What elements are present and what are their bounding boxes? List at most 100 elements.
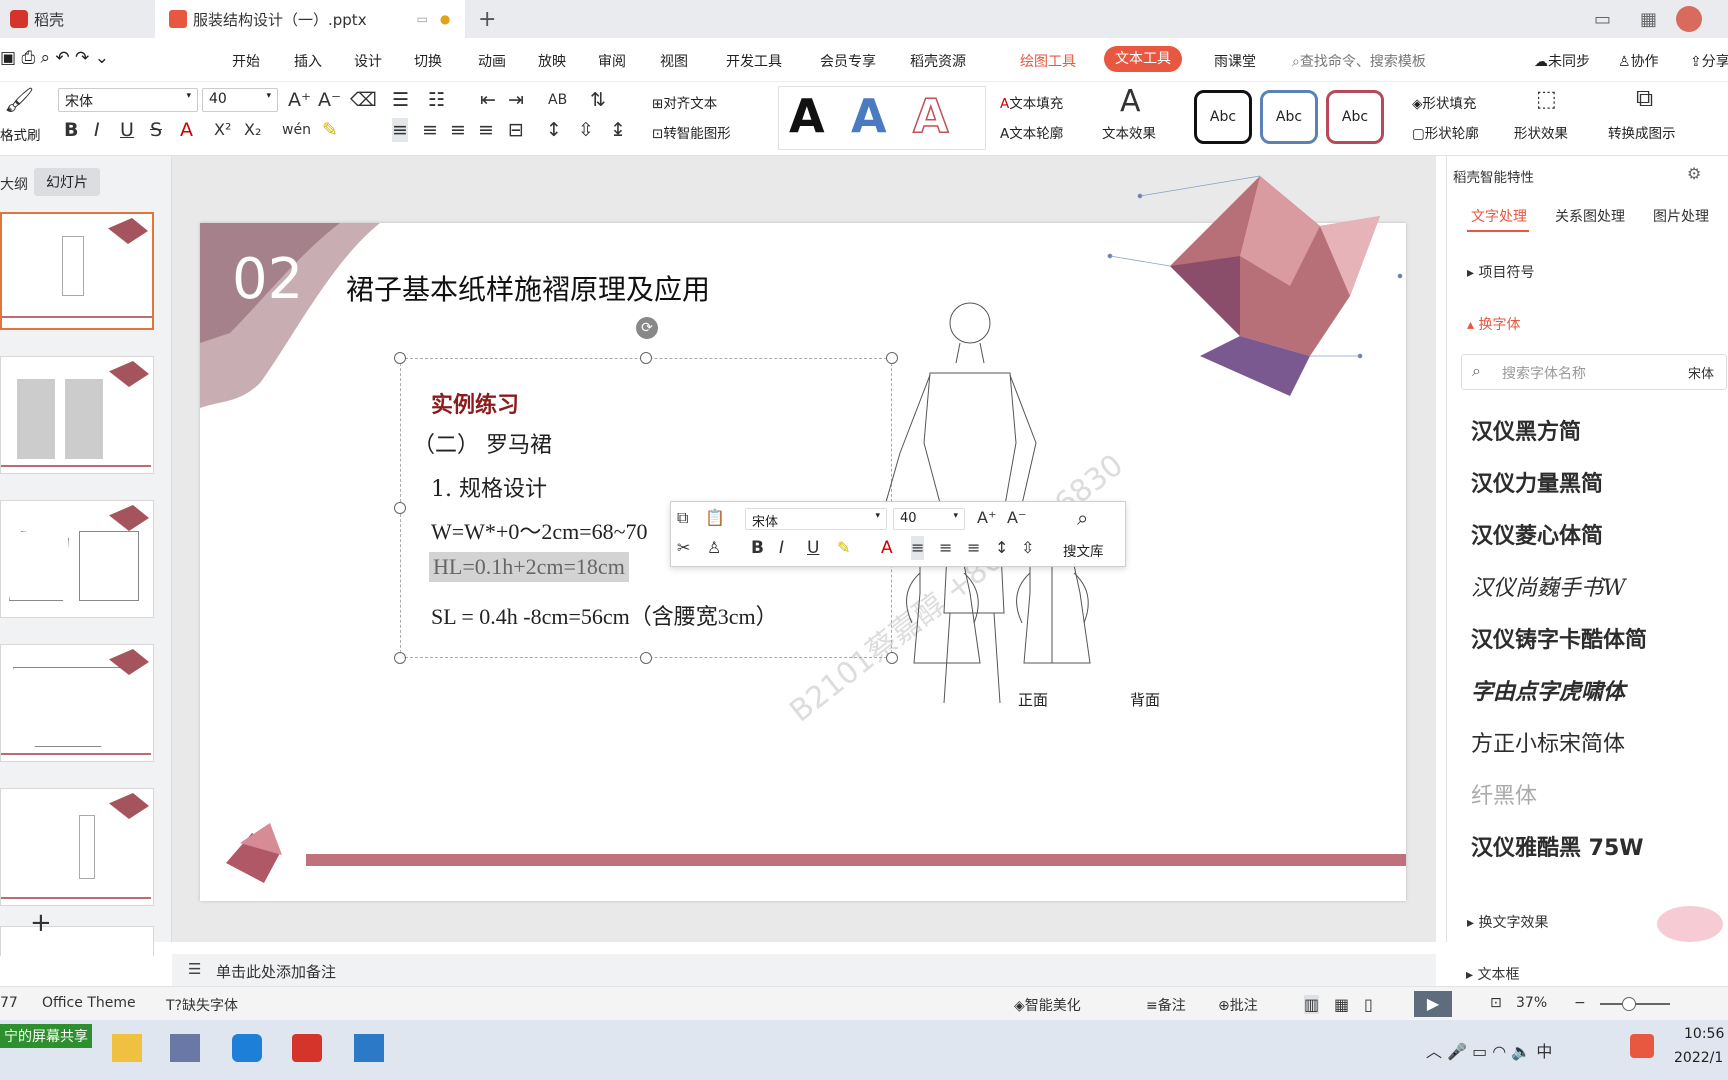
text-effects-section[interactable]: ▸ 换文字效果 — [1467, 912, 1548, 932]
photos-icon[interactable] — [354, 1034, 384, 1062]
slide-thumbnail[interactable] — [0, 356, 154, 474]
line-spacing-icon[interactable]: ↕ — [995, 536, 1008, 560]
smart-graphic-button[interactable]: ⊡转智能图形 — [652, 122, 731, 142]
justify-icon[interactable]: ≡ — [478, 118, 494, 142]
font-search-input[interactable]: ⌕ 搜索字体名称 宋体 — [1461, 354, 1727, 390]
menu-slideshow[interactable]: 放映 — [538, 51, 566, 71]
menu-review[interactable]: 审阅 — [598, 51, 626, 71]
tab-document[interactable]: 服装结构设计（一）.pptx ▭ ● — [155, 0, 465, 38]
shape-fill-button[interactable]: ◈形状填充 — [1412, 92, 1476, 112]
app-icon[interactable] — [170, 1034, 200, 1062]
font-option[interactable]: 纤黑体 — [1471, 778, 1537, 810]
font-option[interactable]: 汉仪菱心体简 — [1471, 518, 1603, 550]
font-option[interactable]: 汉仪铸字卡酷体简 — [1471, 622, 1647, 654]
wordart-red-outline[interactable]: A — [912, 88, 949, 144]
clear-format-icon[interactable]: ⌫ — [350, 88, 377, 112]
menu-transition[interactable]: 切换 — [414, 51, 442, 71]
bold-icon[interactable]: B — [751, 536, 764, 560]
grow-font-icon[interactable]: A⁺ — [288, 88, 311, 112]
underline-icon[interactable]: U — [807, 536, 819, 560]
text-direction-icon[interactable]: ⇅ — [590, 88, 606, 112]
tab-outline[interactable]: 大纲 — [0, 174, 28, 194]
font-color-icon[interactable]: A — [180, 118, 193, 142]
resize-handle[interactable] — [394, 652, 406, 664]
sorter-view-icon[interactable]: ▦ — [1334, 995, 1349, 1014]
mascot-icon[interactable] — [1657, 906, 1723, 942]
menu-view[interactable]: 视图 — [660, 51, 688, 71]
align-right-icon[interactable]: ≡ — [450, 118, 466, 142]
quick-access-icons[interactable]: ▣ ⎙ ⌕ ↶ ↷ ⌄ — [0, 48, 109, 68]
font-color-icon[interactable]: A — [881, 536, 893, 560]
text-effect-icon[interactable]: A — [1120, 84, 1141, 119]
para-spacing-icon[interactable]: ⇳ — [1021, 536, 1034, 560]
shape-effect-label[interactable]: 形状效果 — [1514, 122, 1568, 142]
play-slideshow-button[interactable]: ▶ — [1414, 991, 1452, 1017]
collab-button[interactable]: ♙协作 — [1618, 51, 1659, 71]
mini-font-select[interactable]: 宋体 ▾ — [745, 508, 887, 530]
notes-placeholder[interactable]: 单击此处添加备注 — [216, 961, 336, 982]
font-size-select[interactable]: 40 ▾ — [202, 88, 278, 112]
font-name-select[interactable]: 宋体 ▾ — [58, 88, 198, 112]
strikethrough-icon[interactable]: S — [150, 118, 162, 142]
font-option[interactable]: 字由点字虎啸体 — [1471, 674, 1625, 706]
shape-outline-button[interactable]: ▢形状轮廓 — [1412, 122, 1479, 142]
align-text-button[interactable]: ⊞对齐文本 — [652, 92, 717, 112]
shape-style-blue[interactable]: Abc — [1260, 90, 1318, 144]
text-effect-label[interactable]: 文本效果 — [1102, 122, 1156, 142]
tab-text-processing[interactable]: 文字处理 — [1471, 206, 1527, 226]
multi-window-icon[interactable]: ▭ — [1594, 0, 1611, 38]
wps-tray-icon[interactable] — [1630, 1034, 1654, 1058]
zoom-level[interactable]: 37% — [1516, 995, 1547, 1011]
textbox-section[interactable]: ▸ 文本框 — [1466, 964, 1519, 984]
format-brush-icon[interactable]: 🖌 — [4, 88, 34, 112]
comment-button[interactable]: ⊕批注 — [1218, 995, 1258, 1015]
resize-handle[interactable] — [394, 352, 406, 364]
align-left-icon[interactable]: ≡ — [911, 536, 925, 560]
file-explorer-icon[interactable] — [112, 1034, 142, 1062]
superscript-icon[interactable]: X² — [214, 118, 231, 142]
tray-icons[interactable]: ︿ 🎤 ▭ ◠ 🔈 中 — [1426, 1038, 1552, 1062]
zoom-slider-thumb[interactable] — [1622, 997, 1636, 1011]
search-command[interactable]: ⌕查找命令、搜索模板 — [1292, 51, 1426, 71]
doc-library-label[interactable]: 搜文库 — [1063, 540, 1104, 560]
gear-icon[interactable]: ⚙ — [1687, 164, 1701, 183]
tab-home[interactable]: 稻壳 — [0, 0, 155, 38]
bold-icon[interactable]: B — [64, 118, 78, 142]
menu-draw-tools[interactable]: 绘图工具 — [1020, 51, 1076, 71]
font-option[interactable]: 汉仪力量黑简 — [1471, 466, 1603, 498]
add-slide-icon[interactable]: + — [30, 908, 52, 938]
align-right-icon[interactable]: ≡ — [967, 536, 980, 560]
bullets-section[interactable]: ▸ 项目符号 — [1467, 262, 1534, 282]
doc-library-icon[interactable]: ⌕ — [1077, 506, 1088, 530]
shape-style-red[interactable]: Abc — [1326, 90, 1384, 144]
underline-icon[interactable]: U — [120, 118, 134, 142]
grow-font-icon[interactable]: A⁺ — [977, 506, 996, 530]
fit-icon[interactable]: ⊡ — [1490, 995, 1502, 1011]
slide-thumbnail[interactable] — [0, 644, 154, 762]
beautify-button[interactable]: ◈智能美化 — [1014, 995, 1081, 1015]
font-option[interactable]: 汉仪尚巍手书W — [1471, 570, 1626, 602]
line-spacing-icon[interactable]: ↕ — [546, 118, 562, 142]
slide-thumbnail[interactable] — [0, 500, 154, 618]
text-outline-button[interactable]: A文本轮廓 — [1000, 122, 1063, 142]
highlight-icon[interactable]: ✎ — [837, 536, 850, 560]
menu-rain-classroom[interactable]: 雨课堂 — [1214, 51, 1256, 71]
resize-handle[interactable] — [394, 502, 406, 514]
distribute-icon[interactable]: ⊟ — [508, 118, 524, 142]
convert-diagram-label[interactable]: 转换成图示 — [1608, 122, 1676, 142]
format-brush-label[interactable]: 格式刷 — [0, 124, 41, 144]
subscript-icon[interactable]: X₂ — [244, 118, 261, 142]
window-icon[interactable]: ▭ — [417, 12, 428, 26]
apps-grid-icon[interactable]: ▦ — [1640, 0, 1657, 38]
tab-diagram-processing[interactable]: 关系图处理 — [1555, 206, 1625, 226]
copy-icon[interactable]: ⧉ — [677, 506, 688, 530]
new-tab-button[interactable]: + — [478, 0, 496, 38]
menu-insert[interactable]: 插入 — [294, 51, 322, 71]
convert-diagram-icon[interactable]: ⧉ — [1636, 86, 1653, 110]
shape-style-black[interactable]: Abc — [1194, 90, 1252, 144]
share-button[interactable]: ⇪分享 — [1690, 51, 1728, 71]
menu-developer[interactable]: 开发工具 — [726, 51, 782, 71]
italic-icon[interactable]: I — [779, 536, 784, 560]
font-option[interactable]: 汉仪黑方简 — [1471, 414, 1581, 446]
slide-thumbnail[interactable] — [0, 212, 154, 330]
